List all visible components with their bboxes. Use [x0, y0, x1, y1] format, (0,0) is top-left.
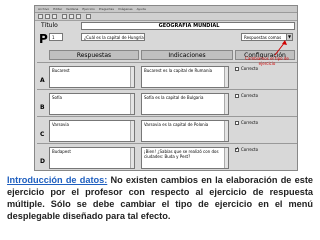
caption-highlight: Introducción de datos:	[7, 175, 108, 185]
caption-text: Introducción de datos: No existen cambio…	[7, 174, 313, 222]
annotation-arrow	[274, 40, 287, 56]
editor-window: Archivo Editar Ventana Ejercicio Pregunt…	[34, 5, 298, 171]
